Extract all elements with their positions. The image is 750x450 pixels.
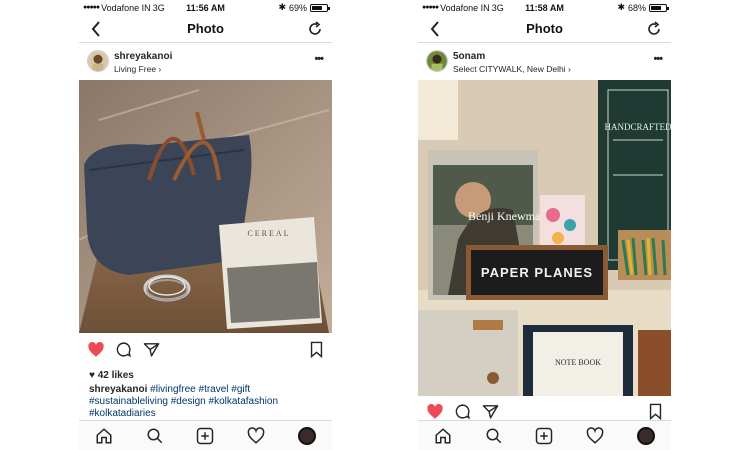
share-icon[interactable] [143,341,160,358]
battery-icon [649,3,669,12]
post-location[interactable]: Living Free › [114,64,161,74]
status-bar: ●●●●● Vodafone IN 3G 11:56 AM ✱ 69% [79,0,332,15]
heart-icon[interactable] [87,341,105,359]
post-username[interactable]: 5onam [453,51,485,62]
back-chevron-icon[interactable] [87,19,107,39]
back-chevron-icon[interactable] [426,19,446,39]
activity-tab[interactable] [244,424,268,448]
signal-icon: ●●●●● [422,4,439,11]
post-username[interactable]: shreyakanoi [114,51,172,62]
paper-planes-sign: PAPER PLANES [466,245,608,300]
bottom-tab-bar [79,420,332,450]
profile-tab[interactable] [295,424,319,448]
notebook: NOTE BOOK [523,325,633,396]
phone-screen-left: ●●●●● Vodafone IN 3G 11:56 AM ✱ 69% Phot… [79,0,332,450]
add-tab[interactable] [193,424,217,448]
add-tab[interactable] [532,424,556,448]
network-label: 3G [152,2,165,13]
avatar[interactable] [426,50,448,72]
network-label: 3G [491,2,504,13]
post-caption: shreyakanoi #livingfree #travel #gift #s… [89,384,324,420]
add-icon [536,427,553,444]
home-icon [96,427,112,443]
refresh-icon[interactable] [645,20,663,38]
search-tab[interactable] [482,424,506,448]
svg-text:HANDCRAFTED: HANDCRAFTED [604,122,671,132]
bottom-tab-bar [418,420,671,450]
bookmark-icon[interactable] [648,403,663,420]
battery-icon [310,3,330,12]
leather-notebook [418,310,518,396]
post-header: 5onam Select CITYWALK, New Delhi › ••• [418,47,671,77]
activity-heart-icon [247,426,265,444]
status-bar: ●●●●● Vodafone IN 3G 11:58 AM ✱ 68% [418,0,671,15]
search-icon [147,428,163,443]
profile-icon [297,426,316,445]
signal-icon: ●●●●● [83,4,100,11]
add-icon [197,427,214,444]
profile-icon [636,426,655,445]
magazine-title: CEREAL [247,229,290,238]
page-title: Photo [187,21,224,36]
refresh-icon[interactable] [306,20,324,38]
share-icon[interactable] [482,403,499,420]
home-tab[interactable] [431,424,455,448]
bookmark-icon[interactable] [309,341,324,358]
carrier-label: Vodafone IN [440,2,490,13]
like-count[interactable]: ♥ 42 likes [89,370,134,381]
bluetooth-icon: ✱ [617,2,625,12]
post-location[interactable]: Select CITYWALK, New Delhi › [453,64,571,74]
phone-screen-right: ●●●●● Vodafone IN 3G 11:58 AM ✱ 68% Phot… [418,0,671,450]
page-title: Photo [526,21,563,36]
post-photo[interactable]: HANDCRAFTED Benji Knewman PAPER PLANES N… [418,80,671,396]
home-tab[interactable] [92,424,116,448]
nav-bar: Photo [79,15,332,43]
art-print [540,195,585,250]
activity-heart-icon [586,426,604,444]
comment-icon[interactable] [454,403,471,420]
svg-text:PAPER PLANES: PAPER PLANES [481,265,593,280]
caption-username[interactable]: shreyakanoi [89,384,147,395]
poster-title: Benji Knewman [468,209,546,223]
heart-icon[interactable] [426,403,444,421]
bluetooth-icon: ✱ [278,2,286,12]
search-icon [486,428,502,443]
home-icon [435,427,451,443]
more-icon[interactable]: ••• [314,53,324,65]
more-icon[interactable]: ••• [653,53,663,65]
activity-tab[interactable] [583,424,607,448]
thread-spools [618,230,671,280]
comment-icon[interactable] [115,341,132,358]
search-tab[interactable] [143,424,167,448]
profile-tab[interactable] [634,424,658,448]
post-photo[interactable]: CEREAL [79,80,332,333]
carrier-label: Vodafone IN [101,2,151,13]
battery-percent: 69% [288,2,307,13]
post-actions [79,336,332,364]
nav-bar: Photo [418,15,671,43]
avatar[interactable] [87,50,109,72]
svg-text:NOTE BOOK: NOTE BOOK [555,358,601,367]
post-header: shreyakanoi Living Free › ••• [79,47,332,77]
battery-percent: 68% [627,2,646,13]
